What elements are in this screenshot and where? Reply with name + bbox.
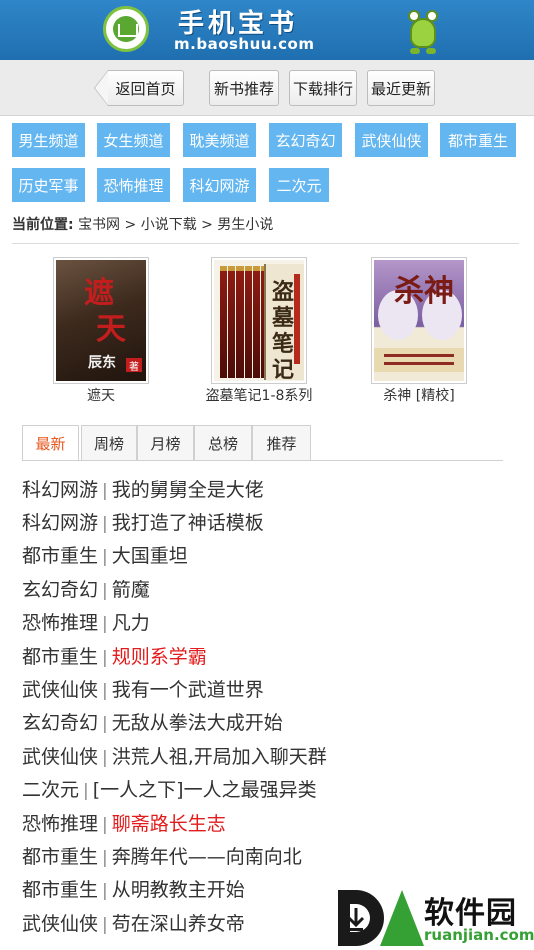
book-cover[interactable]: 盗 墓 笔 记 [211, 257, 307, 384]
list-category[interactable]: 恐怖推理 [22, 612, 98, 634]
recent-updates-button[interactable]: 最近更新 [367, 70, 435, 106]
site-header: 手机宝书 m.baoshuu.com [0, 0, 534, 60]
download-ranking-button[interactable]: 下载排行 [289, 70, 357, 106]
list-item[interactable]: 二次元 | [一人之下]一人之最强异类 [22, 774, 317, 807]
category-chip[interactable]: 女生频道 [97, 123, 170, 157]
book-caption[interactable]: 杀神 [精校] [371, 385, 467, 405]
list-title[interactable]: 聊斋路长生志 [112, 813, 226, 835]
featured-book[interactable]: 遮 天 辰东 著 遮天 [53, 257, 149, 405]
category-chip[interactable]: 恐怖推理 [97, 168, 170, 202]
book-logo-icon[interactable] [103, 6, 149, 52]
tab-monthly[interactable]: 月榜 [137, 425, 194, 461]
tab-total[interactable]: 总榜 [194, 425, 252, 461]
featured-book[interactable]: 盗 墓 笔 记 盗墓笔记1-8系列 [206, 257, 312, 405]
back-home-button[interactable]: 返回首页 [94, 70, 184, 106]
list-category[interactable]: 科幻网游 [22, 479, 98, 501]
divider [12, 243, 519, 244]
list-title[interactable]: 我打造了神话模板 [112, 512, 264, 534]
list-item[interactable]: 恐怖推理 | 凡力 [22, 607, 150, 640]
download-arrow-icon [347, 908, 365, 931]
letter-a-shape [380, 890, 424, 946]
category-chip[interactable]: 武侠仙侠 [355, 123, 428, 157]
frog-mascot-icon [406, 4, 440, 54]
cover-title-char: 天 [96, 312, 126, 347]
category-chip[interactable]: 历史军事 [12, 168, 85, 202]
category-chip[interactable]: 科幻网游 [183, 168, 256, 202]
list-item[interactable]: 玄幻奇幻 | 箭魔 [22, 574, 150, 607]
list-item[interactable]: 玄幻奇幻 | 无敌从拳法大成开始 [22, 707, 283, 740]
back-home-label: 返回首页 [115, 79, 176, 98]
list-title[interactable]: 奔腾年代——向南向北 [112, 846, 302, 868]
book-cover[interactable]: 杀神 [371, 257, 467, 384]
book-caption[interactable]: 遮天 [53, 385, 149, 405]
tab-recommended[interactable]: 推荐 [252, 425, 311, 461]
category-chip[interactable]: 都市重生 [440, 123, 516, 157]
watermark-logo: 软件园 ruanjian.com [334, 886, 534, 950]
book-caption[interactable]: 盗墓笔记1-8系列 [193, 385, 325, 405]
list-category[interactable]: 都市重生 [22, 646, 98, 668]
tab-weekly[interactable]: 周榜 [81, 425, 137, 461]
breadcrumb: 当前位置: 宝书网 > 小说下载 > 男生小说 [12, 214, 273, 234]
list-title[interactable]: 箭魔 [112, 579, 150, 601]
list-title[interactable]: 洪荒人祖,开局加入聊天群 [112, 746, 327, 768]
list-category[interactable]: 武侠仙侠 [22, 913, 98, 935]
list-item[interactable]: 科幻网游 | 我的舅舅全是大佬 [22, 474, 264, 507]
breadcrumb-path[interactable]: 宝书网 > 小说下载 > 男生小说 [78, 217, 273, 233]
list-item[interactable]: 武侠仙侠 | 洪荒人祖,开局加入聊天群 [22, 741, 327, 774]
top-nav: 返回首页 新书推荐 下载排行 最近更新 [0, 60, 534, 116]
list-item[interactable]: 都市重生 | 从明教教主开始 [22, 874, 245, 907]
list-title[interactable]: 从明教教主开始 [112, 879, 245, 901]
list-item[interactable]: 科幻网游 | 我打造了神话模板 [22, 507, 264, 540]
list-item[interactable]: 恐怖推理 | 聊斋路长生志 [22, 808, 226, 841]
list-title[interactable]: 规则系学霸 [112, 646, 207, 668]
list-category[interactable]: 恐怖推理 [22, 813, 98, 835]
watermark-url: ruanjian.com [424, 926, 534, 944]
cover-title: 杀神 [394, 274, 454, 309]
category-chip[interactable]: 玄幻奇幻 [269, 123, 342, 157]
list-category[interactable]: 武侠仙侠 [22, 679, 98, 701]
list-category[interactable]: 都市重生 [22, 879, 98, 901]
list-title[interactable]: 凡力 [112, 612, 150, 634]
list-item[interactable]: 都市重生 | 大国重坦 [22, 540, 188, 573]
list-title[interactable]: [一人之下]一人之最强异类 [93, 779, 317, 801]
list-item[interactable]: 都市重生 | 奔腾年代——向南向北 [22, 841, 302, 874]
new-books-button[interactable]: 新书推荐 [209, 70, 279, 106]
list-title[interactable]: 我的舅舅全是大佬 [112, 479, 264, 501]
list-category[interactable]: 都市重生 [22, 846, 98, 868]
list-category[interactable]: 玄幻奇幻 [22, 579, 98, 601]
list-category[interactable]: 二次元 [22, 779, 79, 801]
category-chip[interactable]: 二次元 [269, 168, 329, 202]
tab-latest[interactable]: 最新 [22, 425, 79, 461]
list-category[interactable]: 玄幻奇幻 [22, 712, 98, 734]
list-title[interactable]: 我有一个武道世界 [112, 679, 264, 701]
book-cover[interactable]: 遮 天 辰东 著 [53, 257, 149, 384]
list-title[interactable]: 无敌从拳法大成开始 [112, 712, 283, 734]
list-title[interactable]: 苟在深山养女帝 [112, 913, 245, 935]
list-category[interactable]: 都市重生 [22, 545, 98, 567]
back-arrow-icon [94, 70, 108, 106]
featured-book[interactable]: 杀神 杀神 [精校] [371, 257, 467, 405]
category-chip[interactable]: 男生频道 [12, 123, 85, 157]
list-title[interactable]: 大国重坦 [112, 545, 188, 567]
breadcrumb-label: 当前位置: [12, 217, 74, 233]
site-url: m.baoshuu.com [174, 35, 315, 53]
list-item[interactable]: 武侠仙侠 | 苟在深山养女帝 [22, 908, 245, 941]
cover-author: 辰东 [88, 355, 116, 371]
category-chip[interactable]: 耽美频道 [183, 123, 256, 157]
list-item[interactable]: 都市重生 | 规则系学霸 [22, 641, 207, 674]
list-category[interactable]: 科幻网游 [22, 512, 98, 534]
tab-underline [22, 460, 503, 461]
list-category[interactable]: 武侠仙侠 [22, 746, 98, 768]
list-item[interactable]: 武侠仙侠 | 我有一个武道世界 [22, 674, 264, 707]
